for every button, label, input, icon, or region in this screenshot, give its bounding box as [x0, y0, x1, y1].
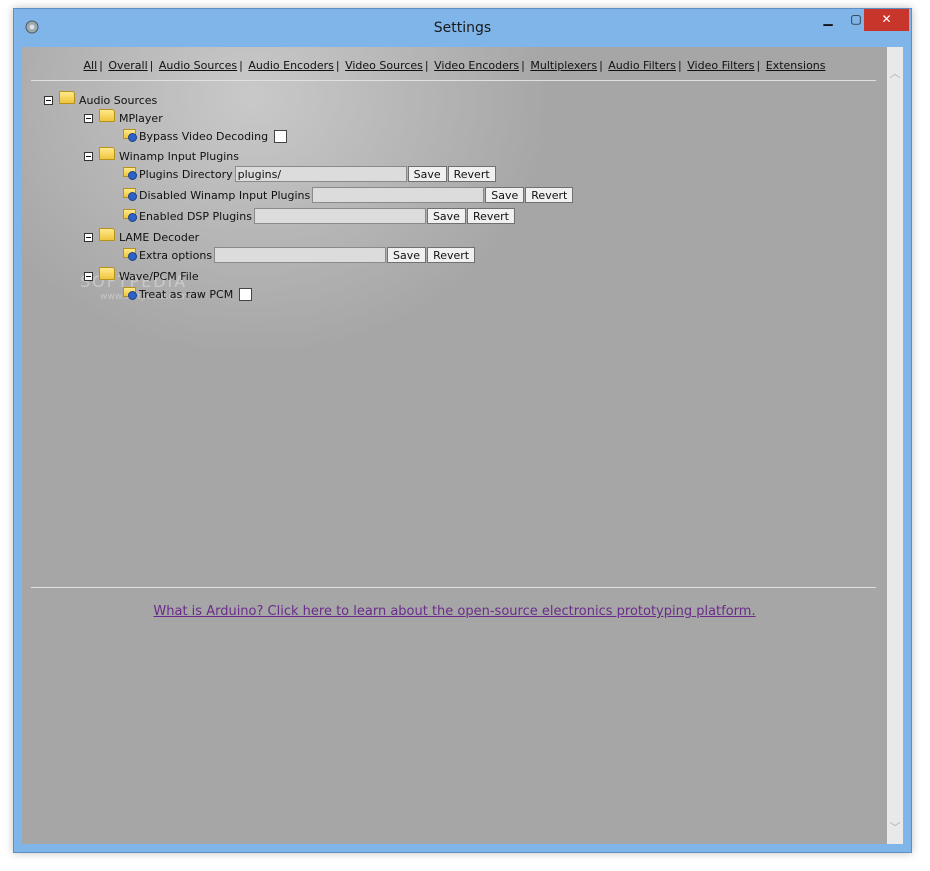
title-bar[interactable]: Settings ▁ ▢ ✕ — [14, 9, 911, 47]
collapse-icon[interactable] — [84, 113, 93, 123]
collapse-icon[interactable] — [84, 232, 93, 242]
nav-link-audio-sources[interactable]: Audio Sources — [159, 59, 237, 72]
nav-link-audio-filters[interactable]: Audio Filters — [608, 59, 676, 72]
minimize-button[interactable]: ▁ — [814, 9, 842, 31]
tree-label: LAME Decoder — [119, 230, 200, 244]
setting-icon — [123, 207, 137, 222]
plugins-directory-input[interactable] — [234, 166, 407, 182]
setting-label: Disabled Winamp Input Plugins — [139, 188, 311, 202]
tree-label: Wave/PCM File — [119, 269, 199, 283]
setting-label: Treat as raw PCM — [139, 287, 234, 301]
treat-as-raw-pcm-checkbox[interactable] — [239, 287, 253, 301]
collapse-icon[interactable] — [44, 95, 53, 105]
revert-button[interactable]: Revert — [466, 208, 515, 224]
enabled-dsp-plugins-input[interactable] — [253, 208, 426, 224]
nav-link-overall[interactable]: Overall — [108, 59, 147, 72]
save-button[interactable]: Save — [387, 247, 427, 263]
setting-treat-as-raw-pcm: Treat as raw PCM — [123, 285, 253, 303]
bypass-video-decoding-checkbox[interactable] — [274, 129, 288, 143]
collapse-icon[interactable] — [84, 151, 93, 161]
category-nav: All | Overall | Audio Sources | Audio Encod… — [22, 59, 887, 72]
folder-icon — [99, 108, 115, 122]
folder-icon — [99, 146, 115, 160]
folder-icon — [99, 266, 115, 280]
nav-separator: | — [239, 59, 243, 72]
nav-link-audio-encoders[interactable]: Audio Encoders — [248, 59, 333, 72]
setting-icon — [123, 246, 137, 261]
tree-node-mplayer[interactable]: MPlayer — [84, 108, 163, 127]
folder-icon — [99, 227, 115, 241]
tree-node-wave-pcm-file[interactable]: Wave/PCM File — [84, 266, 199, 285]
nav-separator: | — [756, 59, 761, 72]
save-button[interactable]: Save — [426, 208, 466, 224]
setting-bypass-video-decoding: Bypass Video Decoding — [123, 127, 288, 145]
nav-separator: | — [678, 59, 682, 72]
extra-options-input[interactable] — [214, 247, 387, 263]
settings-content: SOFTPEDIA www.softpedia.com All | Overall… — [22, 47, 887, 844]
setting-label: Plugins Directory — [139, 167, 233, 181]
tree-node-lame-decoder[interactable]: LAME Decoder — [84, 227, 200, 246]
close-button[interactable]: ✕ — [864, 9, 909, 31]
nav-separator: | — [335, 59, 340, 72]
setting-extra-options: Extra options Save Revert — [123, 246, 476, 264]
setting-disabled-winamp-plugins: Disabled Winamp Input Plugins Save Rever… — [123, 186, 574, 204]
setting-icon — [123, 186, 137, 201]
nav-separator: | — [149, 59, 154, 72]
nav-link-video-filters[interactable]: Video Filters — [687, 59, 754, 72]
save-button[interactable]: Save — [407, 166, 447, 182]
setting-enabled-dsp-plugins: Enabled DSP Plugins Save Revert — [123, 207, 515, 225]
tree-label: Audio Sources — [79, 93, 158, 107]
setting-plugins-directory: Plugins Directory Save Revert — [123, 165, 496, 183]
nav-separator: | — [599, 59, 603, 72]
window-title: Settings — [433, 20, 492, 36]
setting-label: Extra options — [139, 248, 213, 262]
revert-button[interactable]: Revert — [525, 187, 574, 203]
setting-label: Enabled DSP Plugins — [139, 209, 252, 223]
nav-link-extensions[interactable]: Extensions — [766, 59, 826, 72]
nav-link-video-sources[interactable]: Video Sources — [345, 59, 423, 72]
scroll-up-icon[interactable]: ︿ — [887, 65, 903, 81]
tree-label: Winamp Input Plugins — [119, 149, 239, 163]
revert-button[interactable]: Revert — [447, 166, 496, 182]
tree-label: MPlayer — [119, 111, 163, 125]
nav-separator: | — [424, 59, 429, 72]
top-divider — [31, 80, 876, 81]
folder-icon — [59, 90, 75, 104]
nav-separator: | — [521, 59, 525, 72]
scroll-down-icon[interactable]: ﹀ — [887, 819, 903, 835]
nav-link-multiplexers[interactable]: Multiplexers — [530, 59, 597, 72]
arduino-info-link[interactable]: What is Arduino? Click here to learn abo… — [22, 604, 887, 619]
nav-link-video-encoders[interactable]: Video Encoders — [434, 59, 519, 72]
bottom-divider — [31, 587, 876, 588]
save-button[interactable]: Save — [485, 187, 525, 203]
revert-button[interactable]: Revert — [427, 247, 476, 263]
settings-window: Settings ▁ ▢ ✕ SOFTPEDIA www.softpedia.c… — [13, 8, 912, 853]
tree-node-winamp-input-plugins[interactable]: Winamp Input Plugins — [84, 146, 239, 165]
vertical-scrollbar[interactable]: ︿ ﹀ — [887, 47, 903, 844]
disabled-winamp-plugins-input[interactable] — [312, 187, 485, 203]
setting-icon — [123, 285, 137, 300]
collapse-icon[interactable] — [84, 271, 93, 281]
nav-link-all[interactable]: All — [83, 59, 97, 72]
setting-icon — [123, 165, 137, 180]
nav-separator: | — [99, 59, 103, 72]
setting-icon — [123, 127, 137, 142]
setting-label: Bypass Video Decoding — [139, 129, 269, 143]
tree-node-audio-sources[interactable]: Audio Sources — [44, 90, 158, 109]
